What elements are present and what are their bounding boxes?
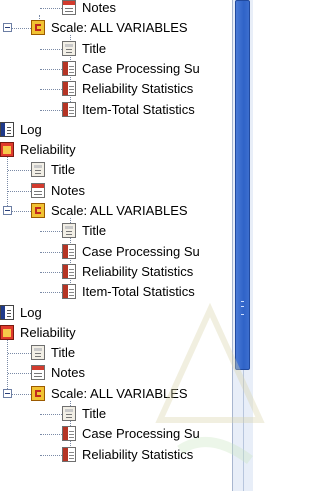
outline-item-label: Title [82,223,107,239]
tree-connector-line [40,48,62,50]
outline-item-label: Reliability Statistics [82,446,194,462]
outline-item-label: Notes [51,365,85,381]
outline-item-label: Item-Total Statistics [82,284,195,300]
outline-item-label: Reliability Statistics [82,263,194,279]
notes-icon [31,365,45,381]
scrollbar-grip-icon [241,301,244,315]
outline-item[interactable]: Title [0,160,232,180]
outline-item-label: Case Processing Su [82,426,200,442]
outline-item[interactable]: Reliability Statistics [0,445,232,465]
table-icon [62,426,76,442]
tree-connector-line [40,109,62,111]
title-icon [62,406,76,421]
outline-item-label: Case Processing Su [82,243,200,259]
log-icon [0,121,14,137]
notes-icon [62,0,76,15]
table-icon [62,263,76,279]
outline-item[interactable]: Item-Total Statistics [0,100,232,120]
collapse-toggle-icon[interactable] [3,388,12,398]
outline-item[interactable]: Scale: ALL VARIABLES [0,201,232,221]
scale-icon [31,203,45,218]
outline-item[interactable]: Case Processing Su [0,424,232,444]
outline-item-label: Log [20,304,42,320]
outline-item[interactable]: Scale: ALL VARIABLES [0,18,232,38]
collapse-toggle-icon[interactable] [3,23,12,33]
tree-connector-line [40,434,62,436]
output-outline-tree[interactable]: Notes Scale: ALL VARIABLES Title Case Proce… [0,0,232,491]
outline-item[interactable]: Case Processing Su [0,242,232,262]
scale-icon [31,20,45,36]
outline-item[interactable]: Log [0,120,232,140]
outline-item-label: Scale: ALL VARIABLES [51,20,188,36]
outline-item[interactable]: Log [0,303,232,323]
book-icon [0,142,14,158]
outline-item[interactable]: Title [0,404,232,424]
outline-item-label: Title [51,345,76,361]
tree-connector-line [40,231,62,233]
outline-item[interactable]: Title [0,39,232,59]
outline-item-label: Log [20,121,42,137]
tree-connector-line [40,271,62,273]
log-icon [0,304,14,320]
outline-item[interactable]: Reliability [0,323,232,343]
outline-item-label: Scale: ALL VARIABLES [51,385,188,401]
outline-item[interactable]: Scale: ALL VARIABLES [0,384,232,404]
outline-item-label: Reliability [20,142,76,158]
outline-item[interactable]: Notes [0,0,232,18]
tree-connector-line [8,190,31,192]
tree-connector-line [8,353,31,355]
scrollbar-thumb[interactable] [235,0,250,370]
table-icon [62,284,76,300]
tree-connector-line [40,68,62,70]
outline-item[interactable]: Reliability [0,140,232,160]
title-icon [31,345,45,361]
tree-connector-line [40,454,62,456]
table-icon [62,243,76,259]
title-icon [62,40,76,56]
outline-item[interactable]: Notes [0,181,232,201]
outline-item[interactable]: Title [0,221,232,241]
outline-item[interactable]: Reliability Statistics [0,262,232,282]
outline-item-label: Title [82,40,107,56]
outline-item-label: Notes [51,182,85,198]
book-icon [0,324,14,340]
outline-item-label: Title [82,406,107,421]
outline-item[interactable]: Item-Total Statistics [0,282,232,302]
outline-item-label: Item-Total Statistics [82,101,195,117]
collapse-toggle-icon[interactable] [3,206,12,215]
table-icon [62,81,76,97]
title-icon [62,223,76,239]
outline-item[interactable]: Notes [0,363,232,383]
notes-icon [31,182,45,198]
table-icon [62,446,76,462]
tree-connector-line [40,292,62,294]
outline-item-label: Notes [82,0,116,15]
outline-item-label: Case Processing Su [82,60,200,76]
tree-connector-line [40,414,62,415]
tree-connector-line [40,8,62,9]
outline-item-label: Title [51,162,76,178]
tree-connector-line [40,251,62,253]
outline-item-label: Scale: ALL VARIABLES [51,203,188,218]
outline-item-label: Reliability [20,324,76,340]
title-icon [31,162,45,178]
outline-item-label: Reliability Statistics [82,81,194,97]
outline-item[interactable]: Case Processing Su [0,59,232,79]
table-icon [62,60,76,76]
tree-connector-line [40,89,62,91]
vertical-scrollbar[interactable] [232,0,253,491]
outline-item[interactable]: Title [0,343,232,363]
outline-item[interactable]: Reliability Statistics [0,79,232,99]
tree-connector-line [8,373,31,375]
table-icon [62,101,76,117]
scale-icon [31,385,45,401]
tree-connector-line [8,170,31,172]
